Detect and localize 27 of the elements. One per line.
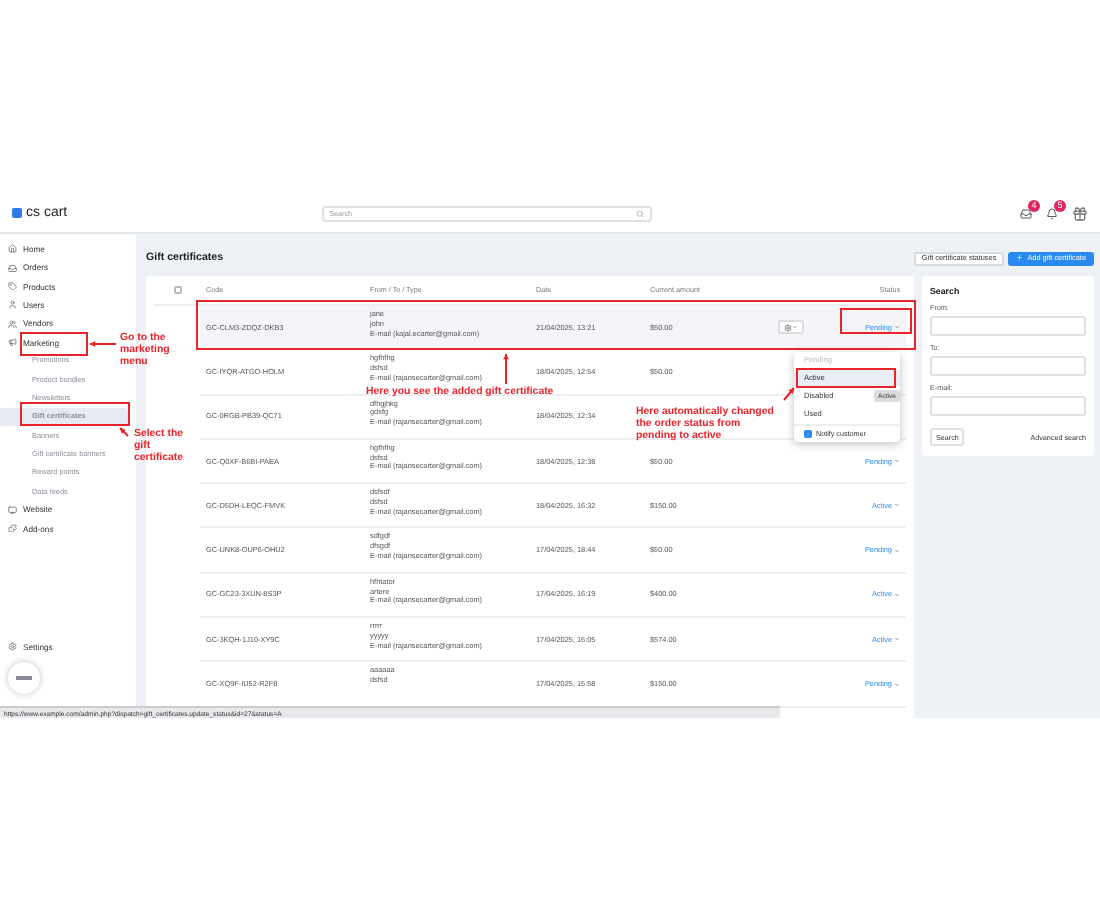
highlight-box [796,368,896,388]
input-field[interactable] [930,316,1086,336]
search-icon [635,209,644,217]
arrow [783,387,795,401]
input-field[interactable] [930,396,1086,416]
input-field[interactable] [930,356,1086,376]
arrow [89,341,117,347]
users-icon [8,319,17,329]
gear-button[interactable] [778,320,805,335]
user-icon [8,300,17,310]
megaphone-icon [8,337,17,347]
help-widget[interactable] [8,662,40,694]
inbox-icon [8,263,17,273]
inbox-icon[interactable] [1020,207,1032,219]
checkbox[interactable] [174,286,182,294]
home-icon [8,244,17,254]
arrow [119,427,129,437]
gear-icon [784,323,793,332]
bell-icon[interactable] [1046,207,1058,219]
highlight-box [20,332,88,356]
gear-icon [8,642,17,652]
puzzle-icon [8,523,17,533]
highlight-box [20,402,130,426]
tag-icon [8,281,17,291]
gift-icon[interactable] [1072,205,1088,221]
arrow [503,353,509,385]
monitor-icon [8,505,17,515]
